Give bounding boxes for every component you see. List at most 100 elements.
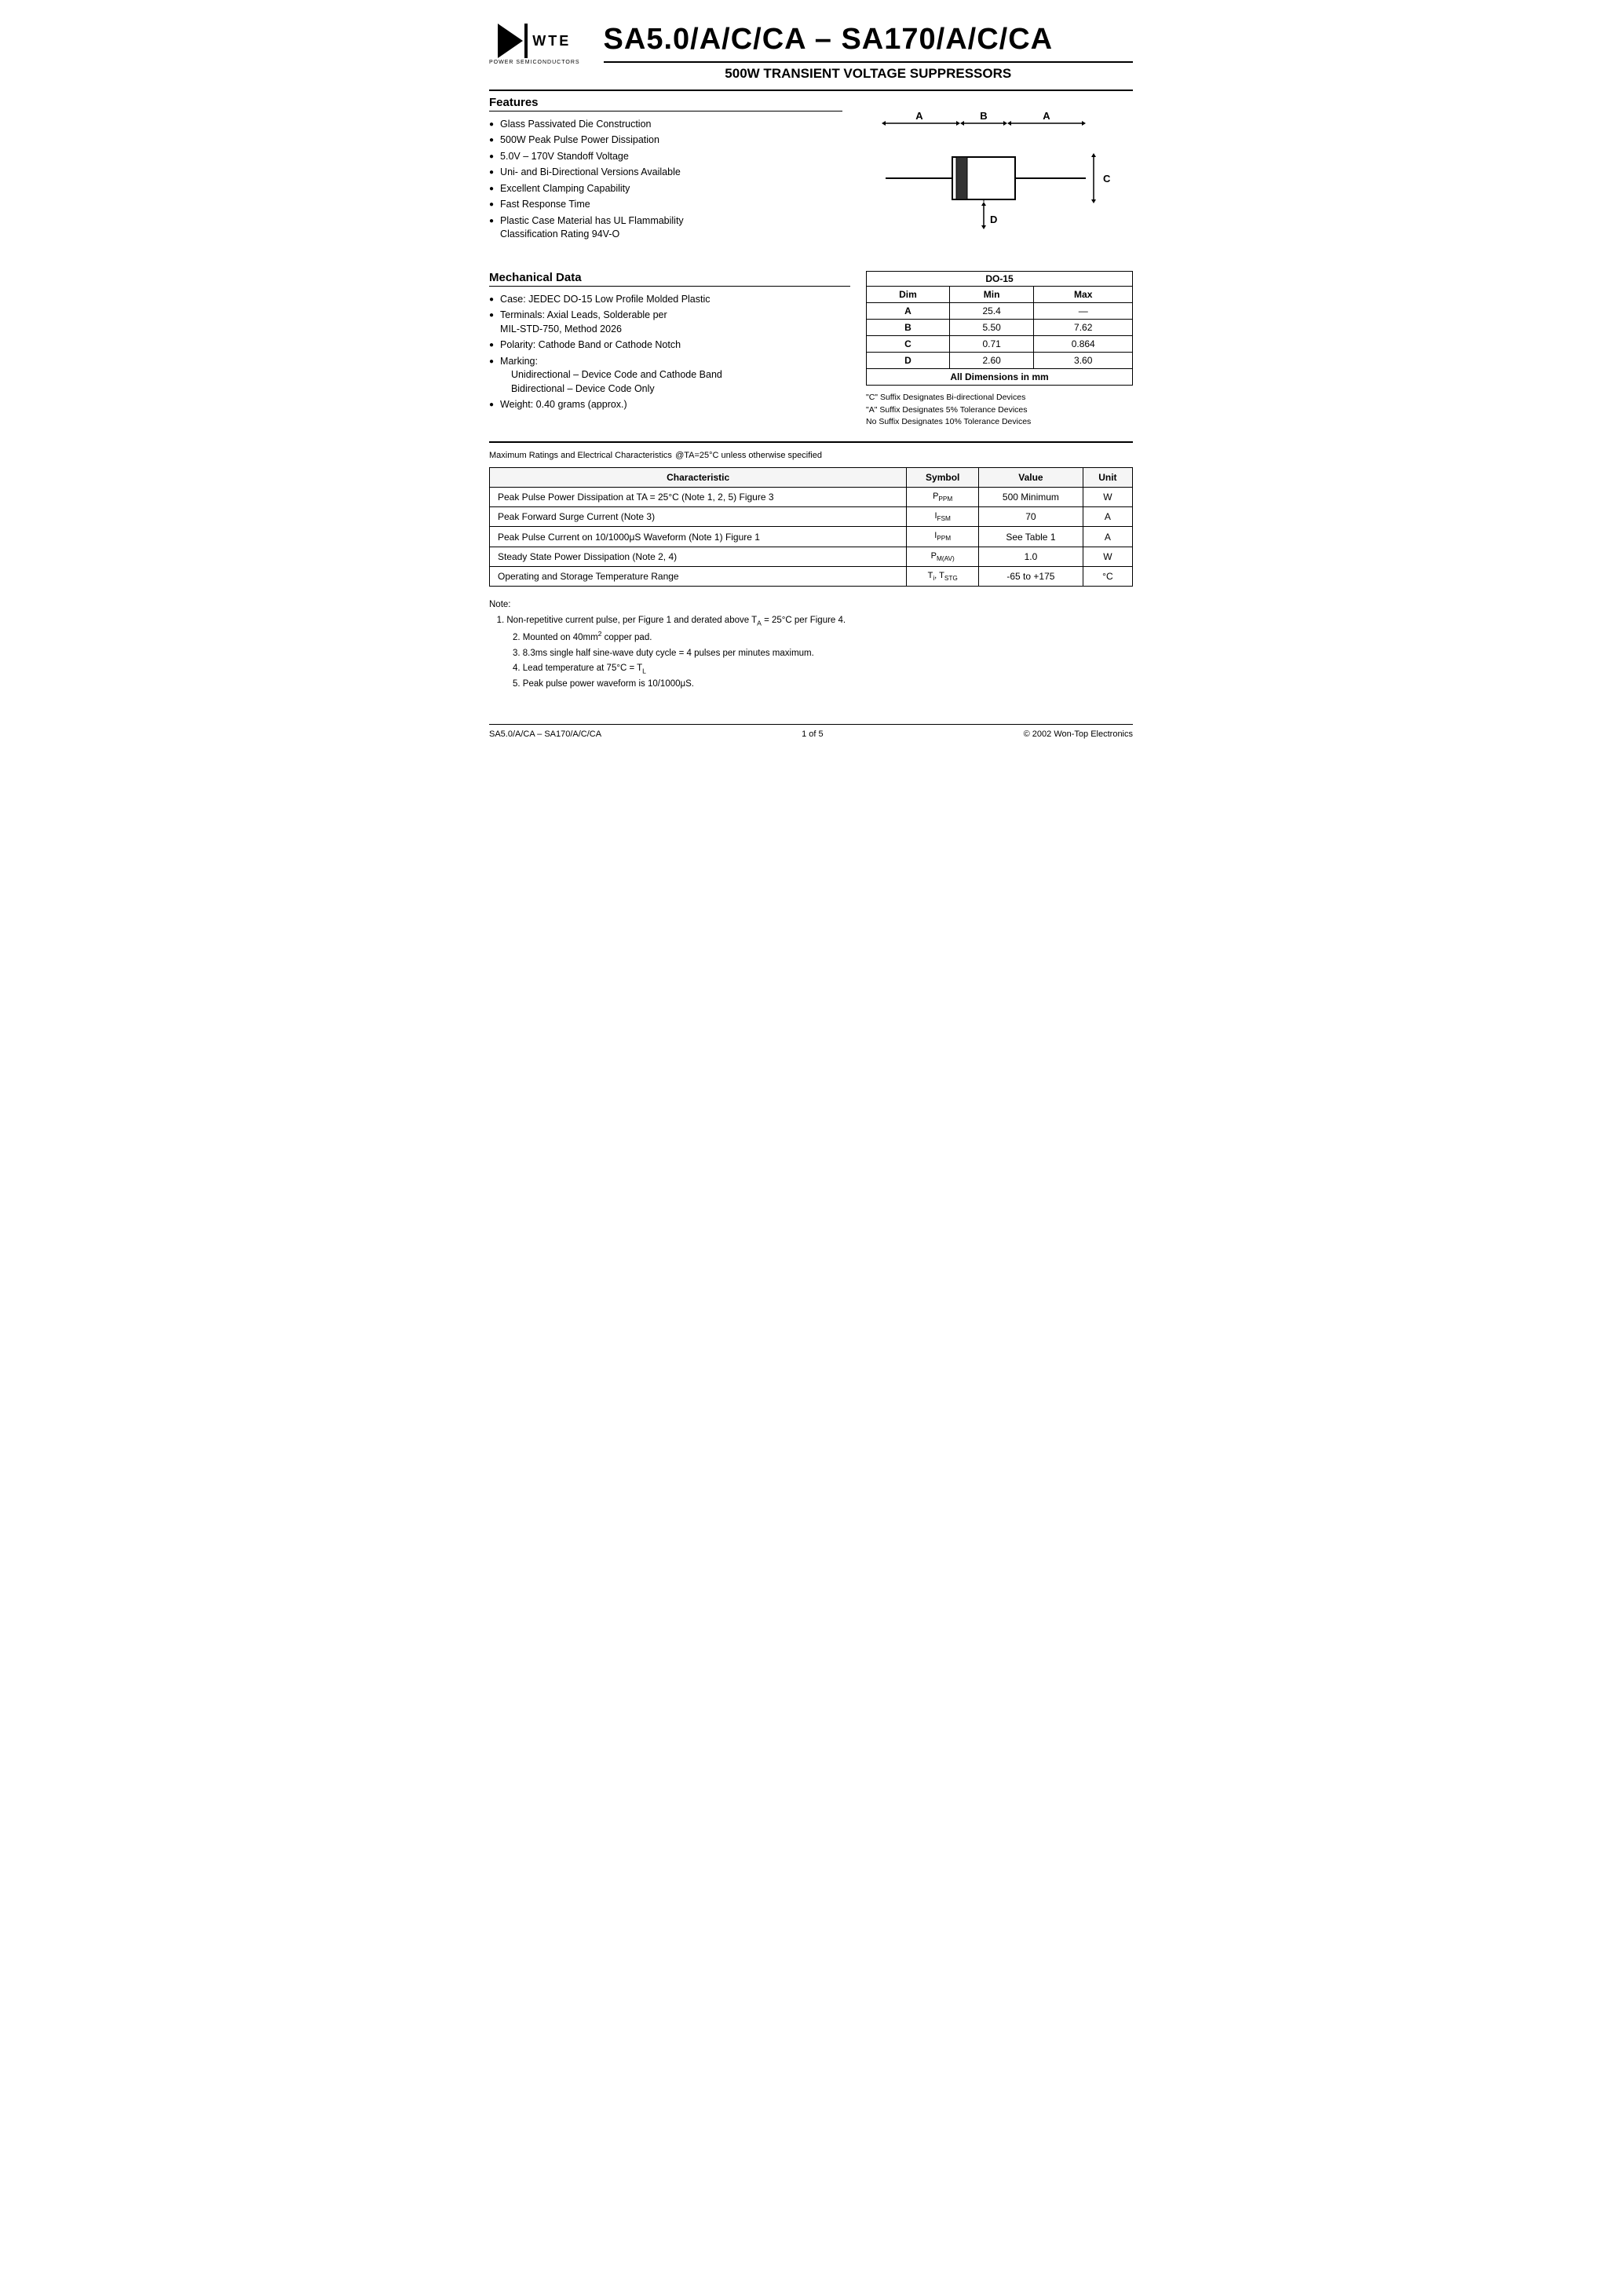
note-4: 4. Lead temperature at 75°C = TL — [513, 661, 1133, 677]
dim-a: A — [867, 302, 950, 319]
dim-footer: All Dimensions in mm — [867, 368, 1133, 385]
feature-item-3: 5.0V – 170V Standoff Voltage — [489, 150, 842, 164]
char-4: Steady State Power Dissipation (Note 2, … — [490, 547, 907, 566]
max-ratings-condition: @TA=25°C unless otherwise specified — [675, 451, 822, 460]
max-ratings-title: Maximum Ratings and Electrical Character… — [489, 451, 672, 460]
mech-item-1: Case: JEDEC DO-15 Low Profile Molded Pla… — [489, 293, 850, 307]
dim-d: D — [867, 352, 950, 368]
features-left: Features Glass Passivated Die Constructi… — [489, 96, 842, 255]
sym-2: IFSM — [907, 507, 979, 527]
sym-3: IPPM — [907, 527, 979, 547]
dim-table-title: DO-15 — [867, 271, 1133, 286]
val-5: -65 to +175 — [979, 566, 1083, 586]
dim-b: B — [867, 319, 950, 335]
table-row: Peak Pulse Power Dissipation at TA = 25°… — [490, 488, 1133, 507]
mech-left: Mechanical Data Case: JEDEC DO-15 Low Pr… — [489, 271, 850, 429]
logo-vline-icon — [524, 24, 528, 58]
sym-1: PPPM — [907, 488, 979, 507]
feature-item-5: Excellent Clamping Capability — [489, 182, 842, 196]
mech-section: Mechanical Data Case: JEDEC DO-15 Low Pr… — [489, 271, 1133, 429]
table-row: D 2.60 3.60 — [867, 352, 1133, 368]
mech-item-3: Polarity: Cathode Band or Cathode Notch — [489, 338, 850, 353]
dim-col-header: Dim — [867, 286, 950, 302]
suffix-notes: "C" Suffix Designates Bi-directional Dev… — [866, 392, 1133, 429]
suffix-note-3: No Suffix Designates 10% Tolerance Devic… — [866, 416, 1133, 429]
min-a: 25.4 — [949, 302, 1034, 319]
package-diagram-svg: A B A — [882, 104, 1117, 253]
header-divider — [489, 90, 1133, 91]
page-header: WTE POWER SEMICONDUCTORS SA5.0/A/C/CA – … — [489, 24, 1133, 82]
sym-5: Ti, TSTG — [907, 566, 979, 586]
ratings-table: Characteristic Symbol Value Unit Peak Pu… — [489, 467, 1133, 587]
mech-heading: Mechanical Data — [489, 271, 850, 287]
val-2: 70 — [979, 507, 1083, 527]
char-2: Peak Forward Surge Current (Note 3) — [490, 507, 907, 527]
notes-heading: Note: — [489, 600, 511, 609]
footer-center: 1 of 5 — [802, 729, 824, 739]
min-col-header: Min — [949, 286, 1034, 302]
table-row: Peak Pulse Current on 10/1000μS Waveform… — [490, 527, 1133, 547]
char-3: Peak Pulse Current on 10/1000μS Waveform… — [490, 527, 907, 547]
footer-right: © 2002 Won-Top Electronics — [1024, 729, 1133, 739]
val-1: 500 Minimum — [979, 488, 1083, 507]
char-5: Operating and Storage Temperature Range — [490, 566, 907, 586]
unit-5: °C — [1083, 566, 1132, 586]
logo-sub: POWER SEMICONDUCTORS — [489, 60, 580, 65]
note-5: 5. Peak pulse power waveform is 10/1000μ… — [513, 677, 1133, 693]
val-3: See Table 1 — [979, 527, 1083, 547]
min-d: 2.60 — [949, 352, 1034, 368]
svg-text:B: B — [980, 110, 987, 122]
max-d: 3.60 — [1034, 352, 1133, 368]
max-b: 7.62 — [1034, 319, 1133, 335]
dim-table: DO-15 Dim Min Max A 25.4 — B 5.50 7.62 — [866, 271, 1133, 386]
dim-c: C — [867, 335, 950, 352]
features-right: A B A — [866, 96, 1133, 255]
table-row: Steady State Power Dissipation (Note 2, … — [490, 547, 1133, 566]
footer-left: SA5.0/A/CA – SA170/A/C/CA — [489, 729, 601, 739]
table-row: B 5.50 7.62 — [867, 319, 1133, 335]
suffix-note-2: "A" Suffix Designates 5% Tolerance Devic… — [866, 404, 1133, 417]
feature-item-1: Glass Passivated Die Construction — [489, 118, 842, 132]
unit-4: W — [1083, 547, 1132, 566]
page-footer: SA5.0/A/CA – SA170/A/C/CA 1 of 5 © 2002 … — [489, 724, 1133, 739]
suffix-note-1: "C" Suffix Designates Bi-directional Dev… — [866, 392, 1133, 404]
table-row: A 25.4 — — [867, 302, 1133, 319]
sub-title: 500W TRANSIENT VOLTAGE SUPPRESSORS — [604, 61, 1133, 82]
unit-1: W — [1083, 488, 1132, 507]
min-b: 5.50 — [949, 319, 1034, 335]
char-1: Peak Pulse Power Dissipation at TA = 25°… — [490, 488, 907, 507]
feature-item-2: 500W Peak Pulse Power Dissipation — [489, 133, 842, 148]
svg-text:A: A — [1043, 110, 1050, 122]
feature-item-6: Fast Response Time — [489, 198, 842, 212]
svg-text:A: A — [915, 110, 923, 122]
mech-item-4: Marking: Unidirectional – Device Code an… — [489, 355, 850, 397]
ratings-symbol-header: Symbol — [907, 468, 979, 488]
table-row: Operating and Storage Temperature Range … — [490, 566, 1133, 586]
max-a: — — [1034, 302, 1133, 319]
logo-triangle-icon — [498, 24, 523, 58]
ratings-unit-header: Unit — [1083, 468, 1132, 488]
features-list: Glass Passivated Die Construction 500W P… — [489, 118, 842, 242]
title-area: SA5.0/A/C/CA – SA170/A/C/CA 500W TRANSIE… — [604, 24, 1133, 82]
mech-right: DO-15 Dim Min Max A 25.4 — B 5.50 7.62 — [866, 271, 1133, 429]
note-1: 1. Non-repetitive current pulse, per Fig… — [497, 613, 1133, 629]
logo-text: WTE — [532, 33, 571, 49]
svg-text:C: C — [1103, 173, 1111, 185]
unit-3: A — [1083, 527, 1132, 547]
max-c: 0.864 — [1034, 335, 1133, 352]
logo-area: WTE POWER SEMICONDUCTORS — [489, 24, 580, 65]
do15-diagram: A B A — [882, 104, 1117, 255]
notes-section: Note: 1. Non-repetitive current pulse, p… — [489, 598, 1133, 693]
max-col-header: Max — [1034, 286, 1133, 302]
val-4: 1.0 — [979, 547, 1083, 566]
note-2: 2. Mounted on 40mm2 copper pad. — [513, 628, 1133, 645]
features-section: Features Glass Passivated Die Constructi… — [489, 96, 1133, 255]
note-3: 3. 8.3ms single half sine-wave duty cycl… — [513, 646, 1133, 662]
table-row-footer: All Dimensions in mm — [867, 368, 1133, 385]
min-c: 0.71 — [949, 335, 1034, 352]
mech-item-2: Terminals: Axial Leads, Solderable perMI… — [489, 309, 850, 336]
feature-item-7: Plastic Case Material has UL Flammabilit… — [489, 214, 842, 242]
features-heading: Features — [489, 96, 842, 112]
max-ratings-heading: Maximum Ratings and Electrical Character… — [489, 441, 1133, 461]
ratings-char-header: Characteristic — [490, 468, 907, 488]
